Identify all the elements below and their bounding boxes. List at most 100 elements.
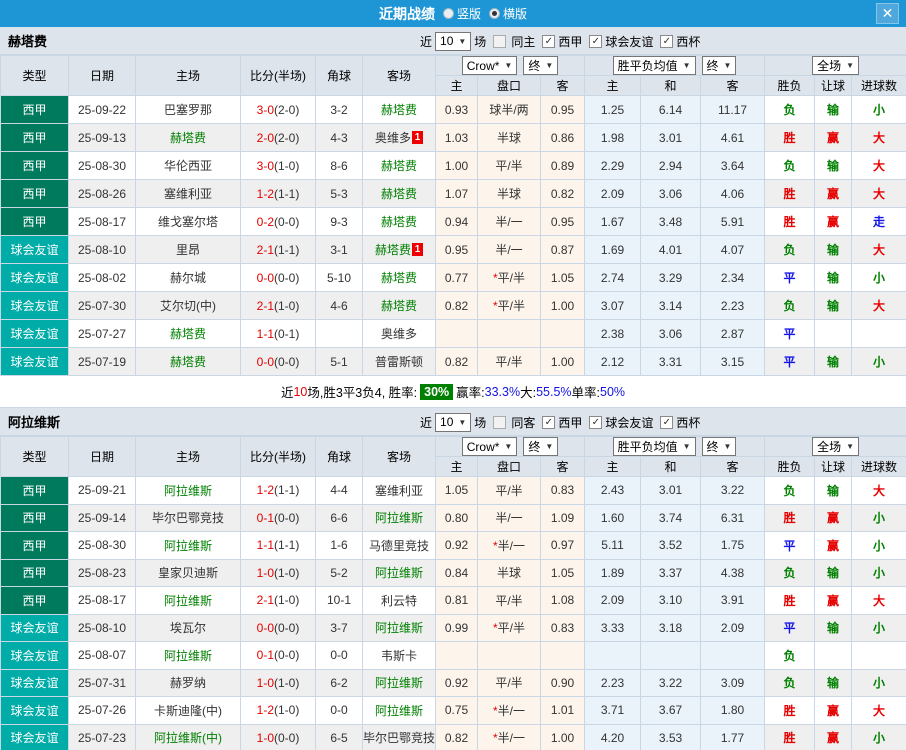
radio-horizontal-label: 横版 xyxy=(503,7,528,21)
cup-checkbox[interactable]: ✓ xyxy=(660,415,674,429)
score-cell: 2-0(2-0) xyxy=(240,123,316,152)
odds-loss-cell: 3.64 xyxy=(700,151,766,180)
halftime-score: (1-0) xyxy=(274,298,300,313)
league-type-cell: 球会友谊 xyxy=(0,668,69,697)
final-odds-select2[interactable]: 终 ▼ xyxy=(701,56,737,75)
team-name[interactable]: 赫塔费 xyxy=(170,131,206,145)
team-name[interactable]: 阿拉维斯 xyxy=(375,511,423,525)
team-name[interactable]: 阿拉维斯 xyxy=(164,484,212,498)
col-corner: 角球 xyxy=(315,55,363,96)
team-name[interactable]: 赫塔费 xyxy=(375,243,411,257)
fulltime-score: 2-1 xyxy=(256,242,274,257)
league-type-cell: 西甲 xyxy=(0,586,69,615)
same-home-checkbox[interactable] xyxy=(493,34,507,48)
bookmaker-select[interactable]: Crow* ▼ xyxy=(461,437,518,456)
team-name[interactable]: 赫塔费 xyxy=(170,355,206,369)
away-team-cell: 利云特 xyxy=(362,586,436,615)
final-odds-select[interactable]: 终 ▼ xyxy=(523,437,559,456)
team-name[interactable]: 赫塔费 xyxy=(381,187,417,201)
near-label: 近 xyxy=(420,415,433,430)
team-name[interactable]: 阿拉维斯 xyxy=(375,676,423,690)
wdl-average-select[interactable]: 胜平负均值 ▼ xyxy=(612,56,696,75)
radio-icon[interactable] xyxy=(442,8,454,19)
corner-cell: 6-6 xyxy=(315,503,363,532)
chevron-down-icon: ▼ xyxy=(545,442,554,451)
handicap-line-cell xyxy=(477,641,541,670)
team-name[interactable]: 阿拉维斯 xyxy=(164,594,212,608)
fulltime-select[interactable]: 全场 ▼ xyxy=(812,437,860,456)
team-name[interactable]: 阿拉维斯 xyxy=(375,621,423,635)
odds-loss-cell: 1.75 xyxy=(700,531,766,560)
team-name[interactable]: 赫塔费 xyxy=(381,103,417,117)
team-name: 马德里竞技 xyxy=(368,538,429,553)
match-count-select[interactable]: 10 ▼ xyxy=(435,31,472,51)
odds-win-cell: 1.98 xyxy=(584,123,642,152)
halftime-score: (1-1) xyxy=(274,483,300,498)
team-name[interactable]: 赫塔费 xyxy=(381,215,417,229)
team-name[interactable]: 赫塔费 xyxy=(381,159,417,173)
result-goals-cell: 小 xyxy=(851,558,906,587)
team-name[interactable]: 阿拉维斯 xyxy=(164,539,212,553)
team-name[interactable]: 赫塔费 xyxy=(170,327,206,341)
col-home: 主场 xyxy=(135,55,241,96)
home-team-cell: 赫罗纳 xyxy=(135,668,241,697)
corner-cell xyxy=(315,319,363,348)
team-name: 皇家贝迪斯 xyxy=(157,566,218,581)
radio-checked-icon[interactable] xyxy=(489,8,500,19)
team-name[interactable]: 阿拉维斯 xyxy=(375,704,423,718)
col-let: 让球 xyxy=(814,75,853,96)
result-goals-cell: 小 xyxy=(851,263,906,292)
result-dropdown-group: 全场 ▼ xyxy=(764,436,906,457)
handicap-away-odds-cell: 1.00 xyxy=(539,347,586,376)
score-cell: 1-0(1-0) xyxy=(240,558,316,587)
handicap-away-odds-cell: 0.83 xyxy=(539,613,586,642)
team-name[interactable]: 阿拉维斯 xyxy=(164,649,212,663)
home-team-cell: 里昂 xyxy=(135,235,241,264)
close-button[interactable]: ✕ xyxy=(876,3,899,24)
odds-loss-cell: 2.23 xyxy=(700,291,766,320)
fulltime-select[interactable]: 全场 ▼ xyxy=(812,56,860,75)
match-count-select[interactable]: 10 ▼ xyxy=(435,412,472,432)
liga-checkbox[interactable]: ✓ xyxy=(542,415,556,429)
team-name[interactable]: 阿拉维斯(中) xyxy=(154,731,222,745)
match-date-cell: 25-08-30 xyxy=(68,531,136,560)
radio-vertical-layout[interactable]: 竖版 xyxy=(442,5,481,22)
score-cell: 1-1(1-1) xyxy=(240,531,316,560)
friendly-checkbox[interactable]: ✓ xyxy=(589,34,603,48)
league-type-cell: 西甲 xyxy=(0,558,69,587)
radio-horizontal-layout[interactable]: 横版 xyxy=(489,5,527,22)
team-name[interactable]: 赫塔费 xyxy=(381,271,417,285)
match-date-cell: 25-09-13 xyxy=(68,123,136,152)
odds-draw-cell: 6.14 xyxy=(640,95,702,124)
games-label: 场 xyxy=(474,34,487,49)
match-row: 西甲 25-09-22 巴塞罗那 3-0(2-0) 3-2 赫塔费 0.93 球半/两 0.95… xyxy=(0,95,906,124)
liga-checkbox[interactable]: ✓ xyxy=(542,34,556,48)
col-handicap-home: 主 xyxy=(435,456,478,477)
handicap-line-cell: 半/一 xyxy=(477,207,541,236)
team-name: 卡斯迪隆(中) xyxy=(154,703,222,718)
chevron-down-icon: ▼ xyxy=(458,36,467,46)
final-odds-select2[interactable]: 终 ▼ xyxy=(701,437,737,456)
col-score: 比分(半场) xyxy=(240,436,316,477)
handicap-rate-value: 33.3% xyxy=(484,384,521,399)
match-date-cell: 25-07-26 xyxy=(68,696,136,725)
corner-cell: 6-2 xyxy=(315,668,363,697)
home-team-cell: 阿拉维斯 xyxy=(135,476,241,505)
col-let: 让球 xyxy=(814,456,853,477)
away-team-cell: 赫塔费 xyxy=(362,263,436,292)
league-type-cell: 西甲 xyxy=(0,95,69,124)
league-type-cell: 西甲 xyxy=(0,179,69,208)
chevron-down-icon: ▼ xyxy=(504,61,513,70)
bookmaker-select[interactable]: Crow* ▼ xyxy=(461,56,518,75)
team-name[interactable]: 赫塔费 xyxy=(381,299,417,313)
cup-checkbox[interactable]: ✓ xyxy=(660,34,674,48)
result-handicap-cell: 赢 xyxy=(814,207,853,236)
team-name[interactable]: 阿拉维斯 xyxy=(375,566,423,580)
chevron-down-icon: ▼ xyxy=(682,61,691,70)
handicap-home-odds-cell: 0.81 xyxy=(435,586,478,615)
same-away-checkbox[interactable] xyxy=(493,415,507,429)
final-odds-select[interactable]: 终 ▼ xyxy=(523,56,559,75)
wdl-average-select[interactable]: 胜平负均值 ▼ xyxy=(612,437,696,456)
team-name: 巴塞罗那 xyxy=(163,103,212,117)
friendly-checkbox[interactable]: ✓ xyxy=(589,415,603,429)
